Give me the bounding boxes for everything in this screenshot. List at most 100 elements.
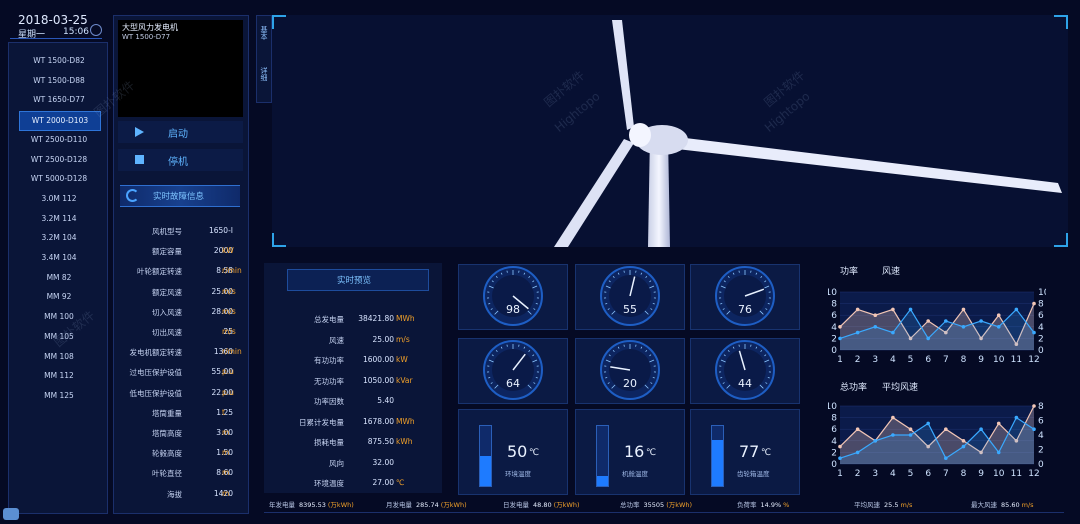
temperature-value: 16 (624, 442, 645, 461)
data-point (961, 439, 966, 443)
footer-value: 85.60 (1001, 501, 1020, 509)
footer-unit: m/s (900, 501, 913, 509)
footer-key: 平均风速 (854, 501, 880, 509)
spec-unit: m (222, 488, 230, 498)
spec-key: 切出风速 (152, 328, 182, 337)
model-item[interactable]: WT 1650-D77 (19, 91, 99, 109)
temperature-fill (597, 476, 608, 486)
realtime-key: 环境温度 (314, 479, 344, 488)
data-point (961, 444, 966, 449)
spec-key: 额定容量 (152, 247, 182, 257)
model-item[interactable]: WT 2000-D103 (19, 111, 101, 132)
footer-key: 总功率 (620, 501, 640, 509)
spec-key: 低电压保护设值 (129, 388, 183, 398)
temperature-fill (712, 440, 723, 486)
footer-key: 日发电量 (503, 501, 529, 509)
footer-stat: 总功率 35505 (万kWh) (620, 499, 692, 509)
data-point (855, 307, 860, 312)
data-point (891, 415, 895, 420)
spec-row: 叶轮直径 8.60 m (118, 468, 243, 484)
chart-svg: 02468100246810123456789101112功率风速 (826, 265, 1050, 365)
spec-unit: p.u (222, 387, 234, 397)
model-item[interactable]: WT 1500-D88 (19, 72, 99, 90)
model-item[interactable]: 3.2M 114 (19, 210, 99, 228)
stop-icon (135, 155, 144, 164)
realtime-row: 有功功率 1600.00 kW (276, 355, 426, 371)
data-point (944, 456, 948, 460)
data-point (961, 325, 966, 329)
start-button[interactable]: 启动 (118, 121, 243, 143)
menu-icon[interactable] (3, 508, 19, 520)
spec-unit: m (222, 448, 230, 458)
realtime-unit: MWh (396, 416, 415, 426)
y2-tick-label: 6 (1038, 417, 1044, 427)
turbine-title: 大型风力发电机 (122, 23, 178, 32)
spec-key: 发电机额定转速 (129, 348, 183, 358)
gauge-dial (715, 340, 775, 400)
gauge-dial (600, 266, 660, 326)
footer-unit: % (783, 501, 790, 509)
spec-key: 轮毂高度 (152, 449, 182, 459)
x-tick-label: 12 (1028, 355, 1039, 365)
x-tick-label: 12 (1028, 469, 1039, 479)
model-item[interactable]: MM 82 (19, 269, 99, 287)
model-item[interactable]: 3.2M 104 (19, 229, 99, 247)
spec-value: 1650-I (208, 226, 233, 235)
gauge-dial (483, 266, 543, 326)
model-item[interactable]: WT 2500-D128 (19, 151, 99, 169)
realtime-key: 损耗电量 (314, 438, 344, 447)
data-point (1032, 404, 1036, 408)
turbine-3d-viewport[interactable] (272, 15, 1068, 247)
model-item[interactable]: WT 5000-D128 (19, 170, 99, 188)
footer-value: 25.5 (884, 501, 899, 509)
gauge-value: 98 (506, 303, 520, 316)
y-tick-label: 4 (831, 323, 837, 333)
spec-row: 低电压保护设值 22.00 p.u (118, 388, 243, 404)
model-item[interactable]: MM 112 (19, 367, 99, 385)
model-item[interactable]: MM 108 (19, 348, 99, 366)
x-tick-label: 9 (978, 355, 984, 365)
spec-row: 轮毂高度 1.50 m (118, 448, 243, 464)
play-icon (135, 127, 144, 137)
x-tick-label: 4 (890, 469, 896, 479)
tab-basic[interactable]: 基本 (259, 26, 269, 40)
temperature-card: 50 ℃ 环境温度 (458, 409, 568, 495)
realtime-unit: MWh (396, 314, 415, 323)
realtime-key: 总发电量 (314, 315, 344, 324)
model-item[interactable]: WT 1500-D82 (19, 52, 99, 70)
refresh-icon (126, 189, 139, 202)
y2-tick-label: 8 (1038, 300, 1044, 310)
realtime-row: 环境温度 27.00 ℃ (276, 478, 426, 494)
model-item[interactable]: 3.4M 104 (19, 249, 99, 267)
footer-stat: 日发电量 48.80 (万kWh) (503, 499, 580, 509)
model-item[interactable]: WT 2500-D110 (19, 131, 99, 149)
footer-key: 负荷率 (737, 501, 757, 509)
footer-stat: 年发电量 8395.53 (万kWh) (269, 499, 354, 509)
temperature-card: 16 ℃ 机舱温度 (575, 409, 685, 495)
y-tick-label: 2 (831, 448, 837, 458)
gauge: 64 (458, 338, 568, 404)
model-item[interactable]: MM 125 (19, 387, 99, 405)
spec-row: 叶轮额定转速 8.58 r/min (118, 266, 243, 282)
footer-stat: 最大风速 85.60 m/s (971, 499, 1034, 509)
temperature-label: 齿轮箱温度 (737, 470, 770, 478)
data-point (996, 450, 1001, 455)
model-item[interactable]: 3.0M 112 (19, 190, 99, 208)
spec-value: 1.25 (216, 407, 233, 417)
spec-unit: r/min (222, 347, 242, 357)
data-point (873, 439, 878, 443)
realtime-value: 38421.80 (358, 314, 394, 323)
clock-icon (90, 24, 102, 36)
realtime-unit: kVar (396, 375, 413, 385)
x-tick-label: 6 (925, 355, 931, 365)
turbine-model (554, 20, 1062, 247)
x-tick-label: 3 (872, 469, 878, 479)
data-point (838, 444, 842, 449)
y2-tick-label: 8 (1038, 402, 1044, 412)
tab-detail[interactable]: 详细 (259, 67, 269, 81)
data-point (855, 450, 860, 455)
footer-value: 8395.53 (299, 501, 326, 509)
stop-button[interactable]: 停机 (118, 149, 243, 171)
model-item[interactable]: MM 92 (19, 288, 99, 306)
data-point (873, 313, 878, 317)
